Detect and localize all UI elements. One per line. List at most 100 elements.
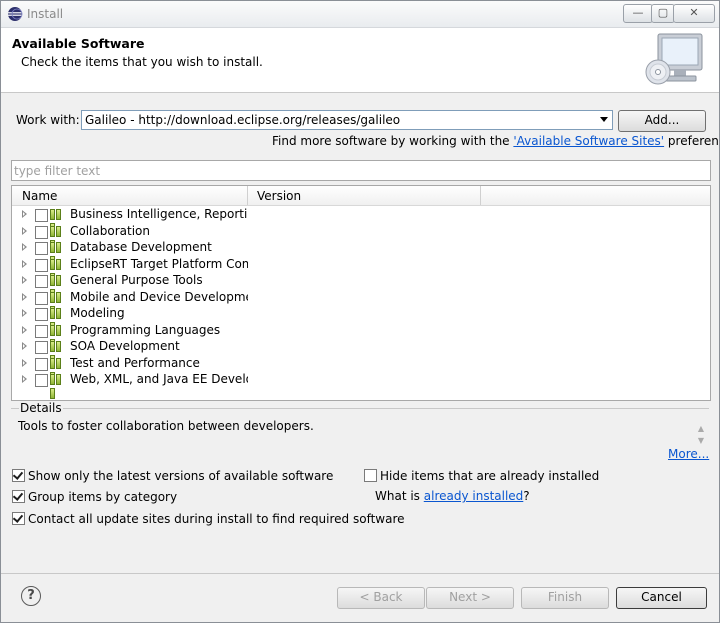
cancel-button[interactable]: Cancel — [616, 587, 707, 609]
tree-row[interactable]: Mobile and Device Development — [12, 289, 710, 317]
item-checkbox[interactable] — [35, 242, 48, 255]
tree-row[interactable]: Business Intelligence, Reporting and Cha… — [12, 206, 710, 234]
available-sites-link[interactable]: 'Available Software Sites' — [513, 134, 664, 148]
item-checkbox[interactable] — [35, 275, 48, 288]
close-button[interactable]: ✕ — [673, 4, 715, 23]
contact-all-label: Contact all update sites during install … — [28, 512, 405, 526]
item-label: SOA Development — [70, 339, 180, 353]
category-icon — [50, 225, 66, 251]
expand-arrow-icon[interactable] — [22, 259, 27, 268]
expand-arrow-icon[interactable] — [22, 243, 27, 251]
show-latest-option[interactable]: Show only the latest versions of availab… — [12, 469, 333, 483]
more-link[interactable]: More... — [668, 447, 709, 461]
tree-row[interactable]: EclipseRT Target Platform Components — [12, 256, 710, 284]
item-label: Mobile and Device Development — [70, 289, 248, 304]
expand-arrow-icon[interactable] — [22, 325, 27, 334]
expand-arrow-icon[interactable] — [22, 210, 27, 218]
button-bar-separator — [1, 573, 719, 574]
maximize-button[interactable]: ▢ — [651, 4, 675, 23]
column-version[interactable]: Version — [248, 186, 481, 205]
category-icon — [50, 357, 66, 383]
category-icon — [50, 209, 66, 234]
find-more-text: Find more software by working with the '… — [272, 134, 719, 148]
hide-installed-checkbox[interactable] — [364, 469, 377, 482]
item-label: Database Development — [70, 240, 212, 254]
category-icon — [50, 308, 66, 333]
item-label: Business Intelligence, Reporting and Cha… — [70, 207, 248, 221]
column-version-label: Version — [257, 189, 302, 203]
tree-row[interactable]: Test and Performance — [12, 355, 710, 383]
chevron-down-icon[interactable] — [600, 117, 608, 122]
what-is-installed-text: What is already installed? — [375, 489, 530, 503]
filter-placeholder: type filter text — [14, 164, 101, 178]
details-scrollbar[interactable]: ▲ ▼ — [695, 423, 707, 449]
expand-arrow-icon[interactable] — [22, 358, 27, 367]
back-button[interactable]: < Back — [337, 587, 425, 609]
category-icon — [50, 275, 66, 300]
tree-row[interactable]: General Purpose Tools — [12, 272, 710, 300]
install-dialog: Install — ▢ ✕ Available Software Check t… — [0, 0, 720, 623]
title-bar: Install — ▢ ✕ — [1, 1, 719, 28]
page-description: Check the items that you wish to install… — [21, 55, 263, 69]
expand-arrow-icon[interactable] — [22, 276, 27, 284]
show-latest-checkbox[interactable] — [12, 469, 25, 482]
tree-row[interactable]: Programming Languages — [12, 322, 710, 350]
expand-arrow-icon[interactable] — [22, 342, 27, 350]
item-checkbox[interactable] — [35, 357, 48, 371]
item-label: Test and Performance — [70, 355, 200, 370]
page-title: Available Software — [12, 36, 145, 51]
contact-all-option[interactable]: Contact all update sites during install … — [12, 512, 405, 526]
expand-arrow-icon[interactable] — [22, 226, 27, 235]
item-label: General Purpose Tools — [70, 273, 203, 287]
already-installed-link[interactable]: already installed — [424, 489, 524, 503]
eclipse-icon — [8, 7, 23, 21]
item-label: EclipseRT Target Platform Components — [70, 256, 248, 271]
group-by-category-label: Group items by category — [28, 490, 178, 504]
what-is-suffix: ? — [523, 489, 530, 503]
work-with-value: Galileo - http://download.eclipse.org/re… — [85, 113, 401, 127]
category-icon — [50, 324, 66, 350]
item-label: Collaboration — [70, 223, 150, 238]
group-by-category-option[interactable]: Group items by category — [12, 490, 177, 504]
hide-installed-label: Hide items that are already installed — [380, 469, 600, 483]
column-name-label: Name — [22, 189, 58, 203]
tree-row[interactable]: Database Development — [12, 239, 710, 267]
software-tree[interactable]: Name Version Business Intelligence, Repo… — [11, 185, 711, 401]
contact-all-checkbox[interactable] — [12, 512, 25, 525]
details-group: Details Tools to foster collaboration be… — [11, 401, 709, 463]
item-checkbox[interactable] — [35, 324, 48, 338]
column-name[interactable]: Name — [12, 186, 248, 205]
filter-input[interactable]: type filter text — [11, 160, 711, 181]
help-icon[interactable]: ? — [21, 586, 41, 606]
finish-button[interactable]: Finish — [521, 587, 609, 609]
window-title: Install — [27, 7, 64, 21]
item-checkbox[interactable] — [35, 374, 48, 387]
tree-row[interactable]: Web, XML, and Java EE Development — [12, 371, 710, 399]
tree-rows: Business Intelligence, Reporting and Cha… — [12, 206, 710, 399]
tree-row[interactable]: SOA Development — [12, 338, 710, 366]
find-more-suffix: preferences. — [667, 134, 719, 148]
show-latest-label: Show only the latest versions of availab… — [28, 469, 334, 483]
item-checkbox[interactable] — [35, 341, 48, 354]
work-with-combo[interactable]: Galileo - http://download.eclipse.org/re… — [81, 110, 613, 130]
item-checkbox[interactable] — [35, 209, 48, 222]
category-icon — [50, 258, 66, 284]
expand-arrow-icon[interactable] — [22, 309, 27, 317]
add-site-button[interactable]: Add... — [618, 110, 706, 132]
category-icon — [50, 242, 66, 267]
category-icon — [50, 341, 66, 366]
hide-installed-option[interactable]: Hide items that are already installed — [364, 469, 599, 483]
item-checkbox[interactable] — [35, 308, 48, 321]
item-checkbox[interactable] — [35, 258, 48, 272]
group-by-category-checkbox[interactable] — [12, 490, 25, 503]
category-icon — [50, 291, 66, 317]
item-checkbox[interactable] — [35, 225, 48, 239]
tree-row[interactable]: Collaboration — [12, 223, 710, 251]
item-checkbox[interactable] — [35, 291, 48, 305]
minimize-button[interactable]: — — [623, 4, 653, 23]
details-text: Tools to foster collaboration between de… — [18, 419, 314, 433]
expand-arrow-icon[interactable] — [22, 292, 27, 301]
next-button[interactable]: Next > — [426, 587, 514, 609]
tree-row[interactable]: Modeling — [12, 305, 710, 333]
expand-arrow-icon[interactable] — [22, 375, 27, 383]
